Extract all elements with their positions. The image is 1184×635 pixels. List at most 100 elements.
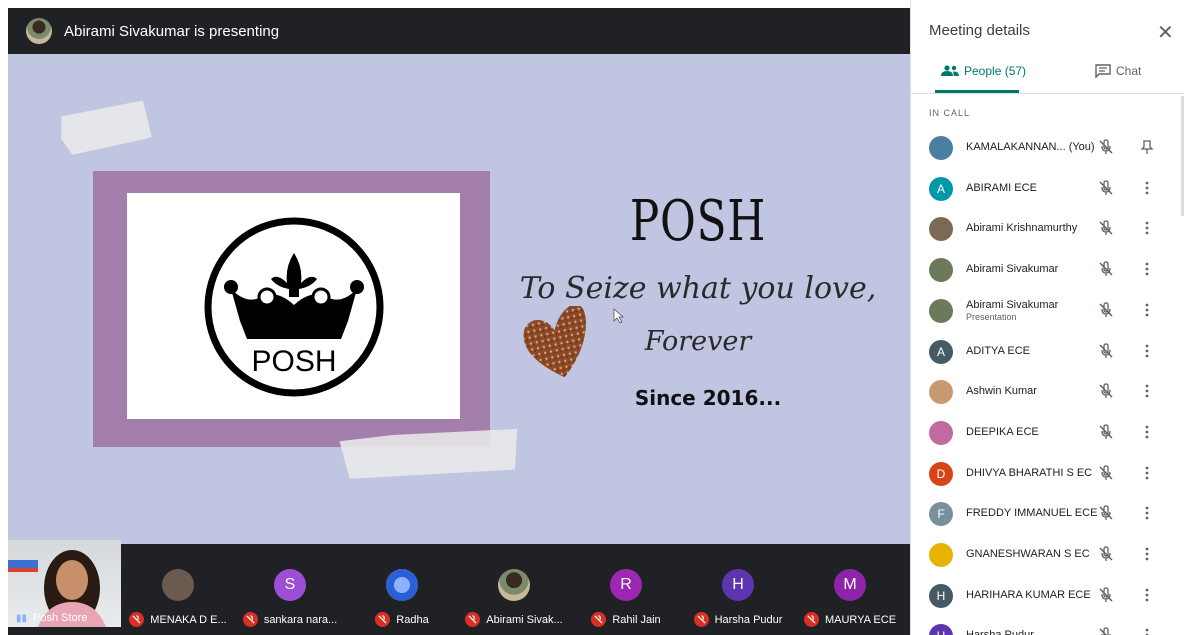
person-name: ADITYA ECE [966, 345, 1030, 357]
mic-off-icon [1099, 383, 1113, 398]
avatar [929, 543, 953, 567]
avatar [929, 217, 953, 241]
self-video-tile[interactable]: ▮▮ Posh Store [8, 540, 121, 627]
avatar [929, 380, 953, 404]
mic-off-icon [693, 612, 709, 627]
list-item[interactable]: Abirami Sivakumar Presentation [911, 290, 1184, 330]
list-item[interactable]: GNANESHWARAN S EC [911, 534, 1184, 574]
participant-label: MAURYA ECE [794, 612, 906, 627]
mic-off-icon [1099, 424, 1113, 439]
participant-label: sankara nara... [234, 612, 346, 627]
logo-frame: POSH [93, 171, 490, 447]
list-item[interactable]: Ashwin Kumar [911, 371, 1184, 411]
more-vert-icon[interactable] [1139, 424, 1155, 440]
mic-off-icon [1099, 343, 1113, 358]
person-name: ABIRAMI ECE [966, 182, 1037, 194]
self-name: Posh Store [33, 612, 88, 624]
meeting-details-panel: Meeting details ✕ People (57) Chat IN CA… [910, 0, 1184, 635]
avatar [929, 421, 953, 445]
avatar: R [610, 569, 642, 601]
slide-tagline-forever: Forever [644, 326, 752, 357]
mic-off-icon [1099, 505, 1113, 520]
pin-icon[interactable] [1139, 139, 1155, 155]
shared-slide: POSH POSH To Seize what you love, Foreve… [8, 54, 910, 544]
list-item[interactable]: H HARIHARA KUMAR ECE [911, 575, 1184, 615]
avatar: H [929, 624, 953, 635]
glitter-heart-icon [523, 306, 586, 378]
person-name: Ashwin Kumar [966, 385, 1037, 397]
presentation-audio-off-icon [1099, 302, 1113, 317]
avatar [162, 569, 194, 601]
presenting-bar: Abirami Sivakumar is presenting [8, 8, 910, 54]
participant-label: Rahil Jain [570, 612, 682, 627]
slide-tagline: To Seize what you love, [519, 271, 877, 306]
participant-tile[interactable]: MENAKA D E... [122, 540, 234, 627]
list-item[interactable]: KAMALAKANNAN... (You) [911, 127, 1184, 167]
more-vert-icon[interactable] [1139, 180, 1155, 196]
audio-level-icon: ▮▮ [16, 612, 28, 624]
avatar: A [929, 340, 953, 364]
more-vert-icon[interactable] [1139, 587, 1155, 603]
participant-tile[interactable]: H Harsha Pudur [682, 540, 794, 627]
list-item[interactable]: DEEPIKA ECE [911, 412, 1184, 452]
mic-off-icon [242, 612, 258, 627]
person-name: KAMALAKANNAN... (You) [966, 141, 1095, 153]
tape-decoration [57, 100, 152, 156]
divider [911, 93, 1184, 94]
more-vert-icon[interactable] [1139, 302, 1155, 318]
logo-card: POSH [127, 193, 460, 419]
mic-off-icon [1099, 220, 1113, 235]
more-vert-icon[interactable] [1139, 627, 1155, 635]
participant-tile[interactable]: Abirami Sivak... [458, 540, 570, 627]
participant-label: MENAKA D E... [122, 612, 234, 627]
participant-label: Abirami Sivak... [458, 612, 570, 627]
list-item[interactable]: Abirami Sivakumar [911, 249, 1184, 289]
more-vert-icon[interactable] [1139, 546, 1155, 562]
posh-crown-logo: POSH [204, 217, 384, 397]
presenting-text: Abirami Sivakumar is presenting [64, 22, 280, 40]
participant-tile[interactable]: S sankara nara... [234, 540, 346, 627]
person-name: DEEPIKA ECE [966, 426, 1039, 438]
more-vert-icon[interactable] [1139, 261, 1155, 277]
tab-chat[interactable]: Chat [1095, 64, 1141, 78]
participant-tile[interactable]: Radha [346, 540, 458, 627]
more-vert-icon[interactable] [1139, 220, 1155, 236]
presenter-avatar [26, 18, 52, 44]
more-vert-icon[interactable] [1139, 383, 1155, 399]
list-item[interactable]: D DHIVYA BHARATHI S EC [911, 453, 1184, 493]
mouse-cursor-icon [613, 308, 625, 324]
mic-off-icon [1099, 465, 1113, 480]
avatar: H [722, 569, 754, 601]
mic-off-icon [129, 612, 145, 627]
participant-label: Radha [346, 612, 458, 627]
person-name: Abirami Sivakumar [966, 263, 1059, 275]
avatar [386, 569, 418, 601]
section-label: IN CALL [929, 108, 971, 118]
person-name: Abirami Krishnamurthy [966, 222, 1078, 234]
participant-tile[interactable]: M MAURYA ECE [794, 540, 906, 627]
tab-people[interactable]: People (57) [941, 64, 1026, 78]
more-vert-icon[interactable] [1139, 343, 1155, 359]
list-item[interactable]: F FREDDY IMMANUEL ECE [911, 493, 1184, 533]
person-name: Harsha Pudur [966, 629, 1034, 635]
chat-icon [1095, 64, 1111, 78]
logo-text: POSH [251, 345, 336, 378]
avatar: A [929, 177, 953, 201]
avatar: D [929, 462, 953, 486]
mic-off-icon [803, 612, 819, 627]
list-item[interactable]: Abirami Krishnamurthy [911, 208, 1184, 248]
mic-off-icon [1099, 587, 1113, 602]
list-item[interactable]: A ABIRAMI ECE [911, 168, 1184, 208]
person-name: HARIHARA KUMAR ECE [966, 589, 1091, 601]
more-vert-icon[interactable] [1139, 465, 1155, 481]
panel-title: Meeting details [929, 22, 1030, 39]
mic-off-icon [1099, 139, 1113, 154]
list-item[interactable]: H Harsha Pudur [911, 615, 1184, 635]
participant-tile[interactable]: R Rahil Jain [570, 540, 682, 627]
people-icon [941, 65, 959, 76]
mic-off-icon [375, 612, 391, 627]
list-item[interactable]: A ADITYA ECE [911, 331, 1184, 371]
close-icon[interactable]: ✕ [1157, 20, 1174, 45]
more-vert-icon[interactable] [1139, 505, 1155, 521]
avatar [929, 258, 953, 282]
